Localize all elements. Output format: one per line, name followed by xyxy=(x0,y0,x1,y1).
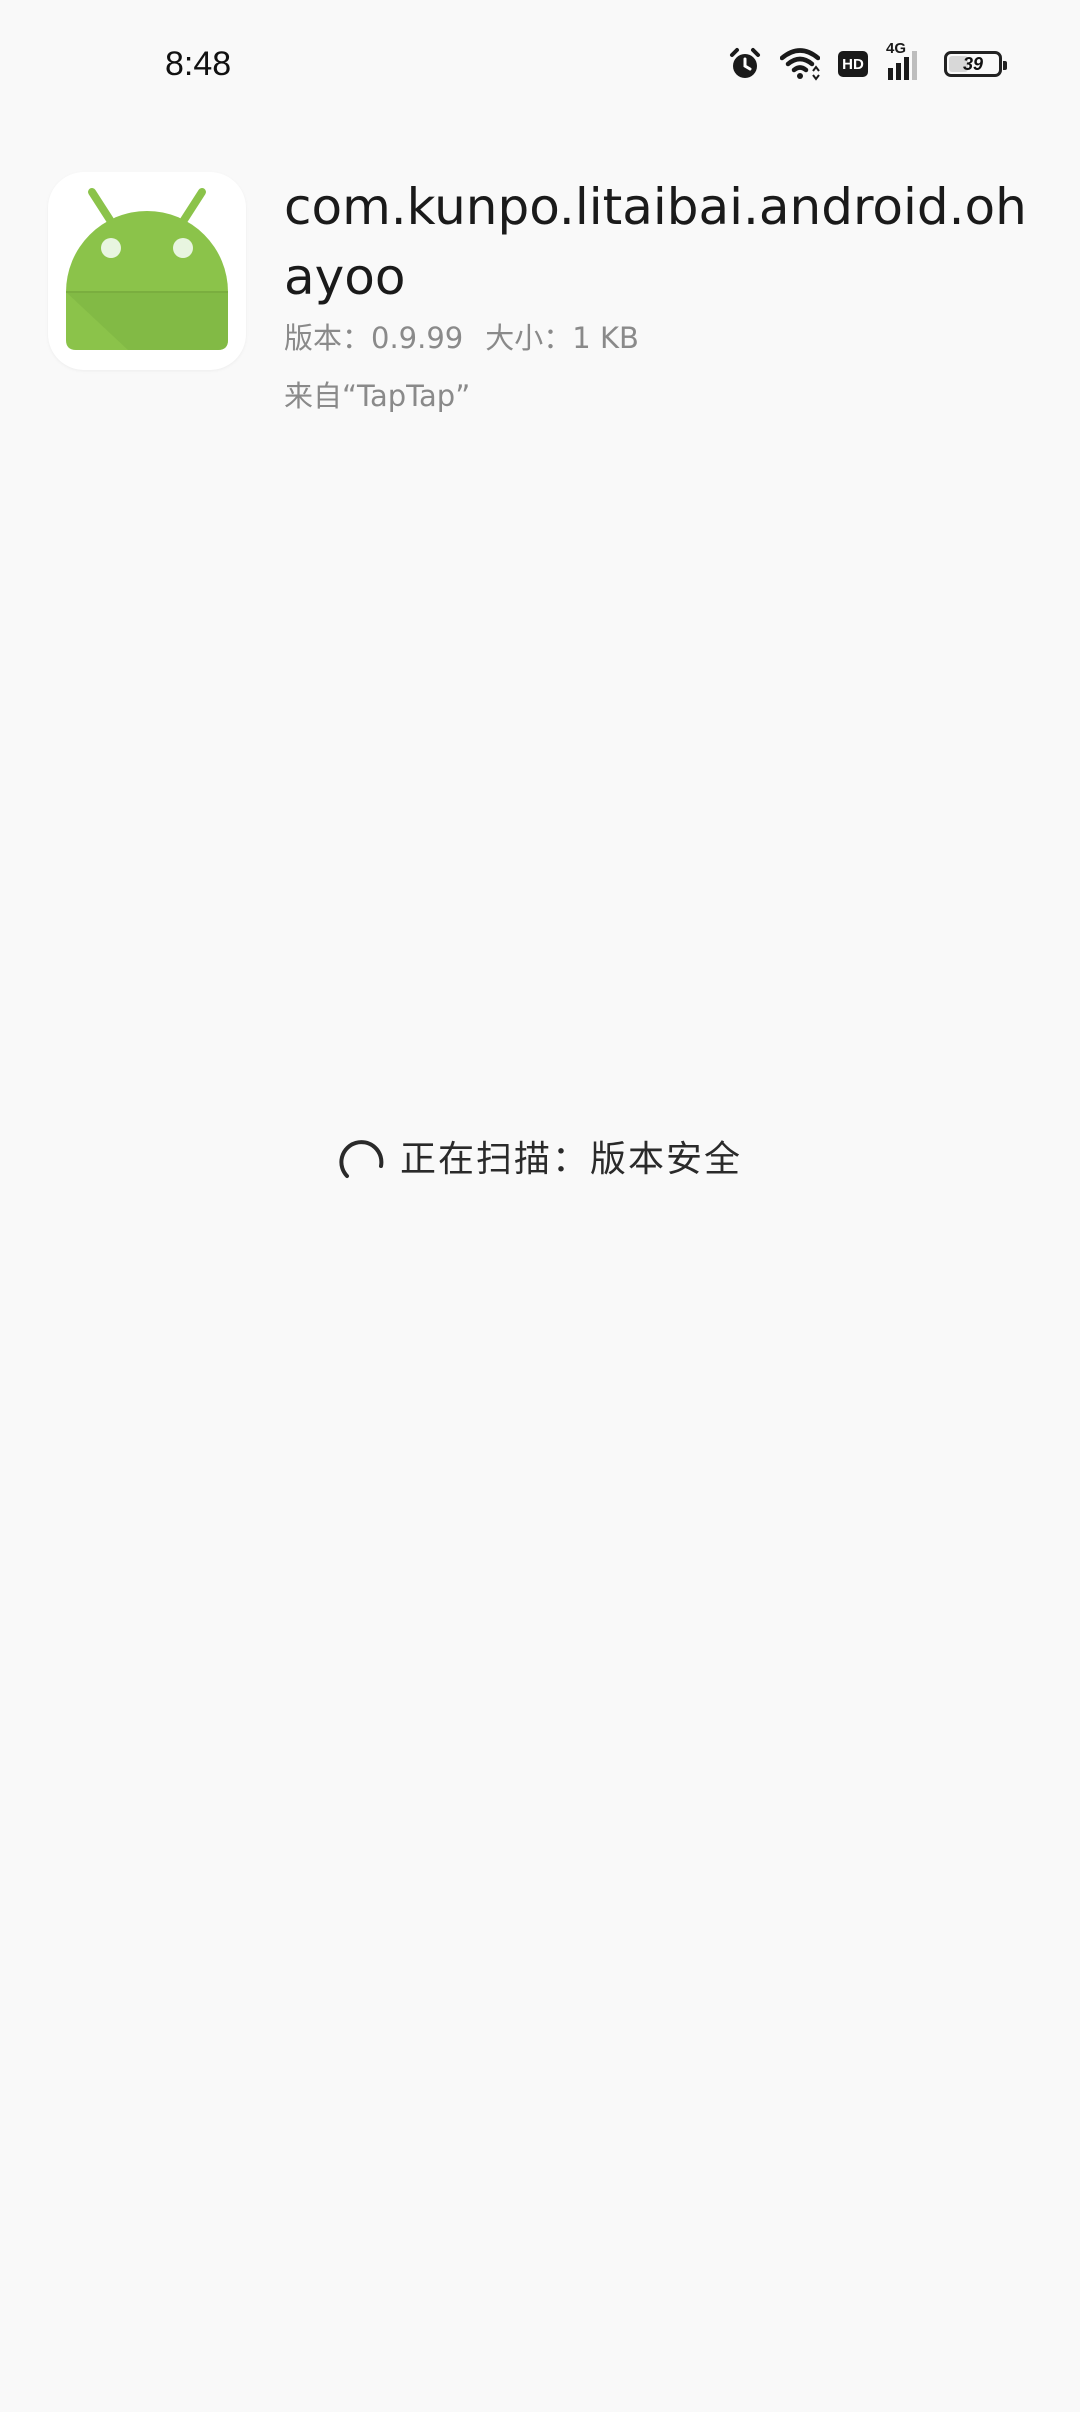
scan-text: 正在扫描：版本安全 xyxy=(400,1135,742,1185)
battery-level-text: 39 xyxy=(962,53,984,74)
version-value: 0.9.99 xyxy=(371,321,464,355)
version-label: 版本： xyxy=(284,321,372,355)
status-time: 8:48 xyxy=(165,45,232,83)
scan-prefix: 正在扫描： xyxy=(399,1139,590,1180)
size-label: 大小： xyxy=(485,321,573,355)
app-source: 来自“TapTap” xyxy=(284,374,470,418)
source-prefix: 来自“ xyxy=(284,379,358,413)
battery-icon: 39 xyxy=(944,51,1007,77)
source-value: TapTap xyxy=(357,379,456,413)
wifi-icon xyxy=(780,47,820,81)
hd-label: HD xyxy=(842,55,864,73)
app-package-name: com.kunpo.litaibai.android.ohayoo xyxy=(284,178,1027,306)
hd-icon: HD xyxy=(838,51,868,77)
loading-spinner-icon xyxy=(339,1140,384,1178)
android-icon xyxy=(66,188,228,350)
size-value: 1 KB xyxy=(572,321,639,355)
scan-item: 版本安全 xyxy=(590,1139,743,1180)
battery-cap xyxy=(1003,61,1007,70)
app-icon xyxy=(48,172,246,370)
status-bar: 8:48 HD 4G 39 xyxy=(0,0,1080,128)
status-icons: HD 4G 39 xyxy=(728,40,1007,84)
signal-4g-icon: 4G xyxy=(886,40,926,82)
alarm-icon xyxy=(728,47,762,81)
app-meta: 版本：0.9.99 大小：1 KB xyxy=(284,316,639,360)
source-suffix: ” xyxy=(455,379,471,413)
scan-status: 正在扫描：版本安全 xyxy=(0,1130,1080,1190)
